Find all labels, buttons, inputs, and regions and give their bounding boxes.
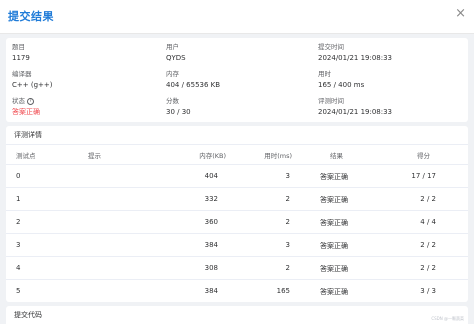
case-time: 3 [285, 172, 290, 180]
case-id: 3 [16, 241, 21, 249]
memory-value: 404 / 65536 KB [166, 81, 221, 89]
case-result: 答案正确 [320, 196, 348, 204]
col-result: 结果 [330, 152, 343, 160]
case-score: 2 / 2 [420, 241, 436, 249]
compiler-value: C++ (g++) [12, 81, 53, 89]
col-memory: 内存(KB) [199, 152, 226, 160]
divider [6, 144, 468, 145]
case-score: 4 / 4 [420, 218, 436, 226]
case-memory: 360 [204, 218, 218, 226]
submit-time-label: 提交时间 [318, 43, 344, 51]
case-result: 答案正确 [320, 219, 348, 227]
submit-time-value: 2024/01/21 19:08:33 [318, 54, 393, 62]
table-row: 0 404 3 答案正确 17 / 17 [6, 164, 468, 187]
judge-time-value: 2024/01/21 19:08:33 [318, 108, 393, 116]
dialog-title: 提交结果 [8, 10, 54, 23]
table-row: 2 360 2 答案正确 4 / 4 [6, 210, 468, 233]
case-time: 2 [285, 264, 290, 272]
case-memory: 384 [204, 241, 218, 249]
case-memory: 404 [204, 172, 218, 180]
case-result: 答案正确 [320, 242, 348, 250]
case-memory: 332 [204, 195, 218, 203]
case-id: 5 [16, 287, 21, 295]
case-time: 2 [285, 218, 290, 226]
case-time: 3 [285, 241, 290, 249]
table-row: 1 332 2 答案正确 2 / 2 [6, 187, 468, 210]
time-label: 用时 [318, 70, 331, 78]
dialog-header: 提交结果 × [0, 0, 474, 34]
case-time: 2 [285, 195, 290, 203]
case-id: 0 [16, 172, 21, 180]
status-value: 答案正确 [12, 108, 40, 116]
case-memory: 308 [204, 264, 218, 272]
case-score: 17 / 17 [411, 172, 436, 180]
user-value: QYDS [166, 54, 186, 62]
problem-label: 题目 [12, 43, 25, 51]
case-score: 3 / 3 [420, 287, 436, 295]
score-label: 分数 [166, 97, 179, 105]
close-icon[interactable]: × [455, 6, 466, 22]
case-id: 2 [16, 218, 21, 226]
score-value: 30 / 30 [166, 108, 191, 116]
col-hint: 提示 [88, 152, 101, 160]
submitted-code: 提交代码 [6, 306, 468, 324]
case-score: 2 / 2 [420, 195, 436, 203]
case-result: 答案正确 [320, 173, 348, 181]
case-result: 答案正确 [320, 265, 348, 273]
watermark: CSDN @一颗蔬菜 [431, 316, 464, 321]
col-score: 得分 [417, 152, 430, 160]
table-row: 5 384 165 答案正确 3 / 3 [6, 279, 468, 302]
compiler-label: 编译器 [12, 70, 32, 78]
memory-label: 内存 [166, 70, 179, 78]
user-label: 用户 [166, 43, 179, 51]
time-value: 165 / 400 ms [318, 81, 365, 89]
judge-details: 评测详情 测试点 提示 内存(KB) 用时(ms) 结果 得分 0 404 3 … [6, 126, 468, 302]
problem-value: 1179 [12, 54, 30, 62]
status-label: 状态 [12, 97, 25, 105]
col-time: 用时(ms) [264, 152, 292, 160]
judge-time-label: 评测时间 [318, 97, 344, 105]
case-time: 165 [276, 287, 290, 295]
case-id: 1 [16, 195, 21, 203]
table-row: 4 308 2 答案正确 2 / 2 [6, 256, 468, 279]
col-case: 测试点 [16, 152, 36, 160]
status-label-wrap: 状态? [12, 96, 34, 106]
case-score: 2 / 2 [420, 264, 436, 272]
case-memory: 384 [204, 287, 218, 295]
case-result: 答案正确 [320, 288, 348, 296]
table-row: 3 384 3 答案正确 2 / 2 [6, 233, 468, 256]
case-id: 4 [16, 264, 21, 272]
question-icon[interactable]: ? [27, 97, 34, 105]
submitted-code-title: 提交代码 [14, 311, 42, 319]
judge-details-title: 评测详情 [14, 131, 42, 139]
submission-info: 题目 1179 用户 QYDS 提交时间 2024/01/21 19:08:33… [6, 38, 468, 122]
